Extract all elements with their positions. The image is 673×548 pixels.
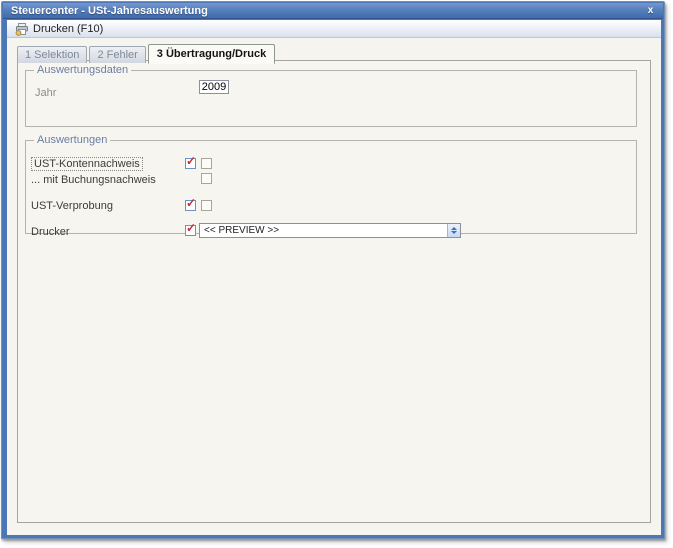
groupbox-auswertungsdaten-title: Auswertungsdaten [34,64,132,76]
check-icon: ✓ [186,196,197,210]
buchungsnachweis-checkbox[interactable] [201,173,212,184]
tab-uebertragung-druck[interactable]: 3 Übertragung/Druck [147,44,276,64]
arrow-up-icon [451,227,457,230]
close-icon[interactable]: x [643,4,658,18]
print-button[interactable]: Drucken (F10) [11,21,107,37]
toolbar: Drucken (F10) [7,20,661,38]
kontennachweis-print-checkbox[interactable]: ✓ [185,154,197,169]
tab-strip: 1 Selektion 2 Fehler 3 Übertragung/Druck [17,44,277,64]
check-icon: ✓ [186,221,197,235]
print-button-label: Drucken (F10) [33,23,104,35]
drucker-label: Drucker [31,226,70,238]
tab-fehler[interactable]: 2 Fehler [89,46,146,63]
verprobung-print-checkbox[interactable]: ✓ [185,196,197,211]
kontennachweis-option-checkbox[interactable] [201,158,212,169]
printer-icon [15,22,29,36]
window-title: Steuercenter - USt-Jahresauswertung [11,5,208,17]
arrow-down-icon [451,231,457,234]
drucker-combobox[interactable]: << PREVIEW >> [199,223,461,238]
groupbox-auswertungen-title: Auswertungen [34,134,111,146]
groupbox-auswertungsdaten: Auswertungsdaten Jahr [25,64,637,127]
kontennachweis-label: UST-Kontennachweis [31,157,143,171]
verprobung-option-checkbox[interactable] [201,200,212,211]
window: Steuercenter - USt-Jahresauswertung x Dr… [1,1,665,539]
jahr-input[interactable] [199,80,229,94]
drucker-combobox-value: << PREVIEW >> [204,225,280,236]
groupbox-auswertungen: Auswertungen UST-Kontennachweis ✓ ... mi… [25,134,637,238]
title-bar: Steuercenter - USt-Jahresauswertung x [3,3,663,19]
jahr-label: Jahr [35,87,57,99]
check-icon: ✓ [186,154,197,168]
buchungsnachweis-label: ... mit Buchungsnachweis [31,174,156,186]
combobox-dropdown-button[interactable] [447,224,460,237]
drucker-checkbox[interactable]: ✓ [185,221,197,236]
tab-selektion[interactable]: 1 Selektion [17,46,88,63]
screen: Steuercenter - USt-Jahresauswertung x Dr… [0,0,673,548]
verprobung-label: UST-Verprobung [31,200,113,212]
window-content: Drucken (F10) 1 Selektion 2 Fehler 3 Übe… [7,20,661,535]
tab-panel: Auswertungsdaten Jahr Auswertungen UST-K… [17,60,651,523]
